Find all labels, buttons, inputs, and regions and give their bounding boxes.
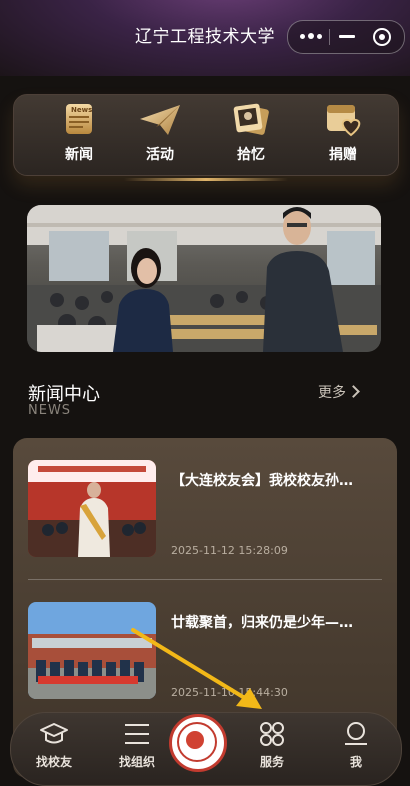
quick-menu: News 新闻 活动 拾忆 捐赠 [13,94,399,181]
tab-me[interactable]: 我 [321,721,391,781]
photo-memory-icon [231,101,271,139]
more-link[interactable]: 更多 [318,382,360,402]
capsule-divider [329,29,330,45]
news-thumbnail [28,460,156,557]
profile-icon [341,721,371,747]
mini-program-capsule [287,20,405,54]
news-date: 2025-11-10 15:44:30 [171,686,288,699]
news-item[interactable]: 廿载聚首，归来仍是少年—… 2025-11-10 15:44:30 [28,602,382,702]
minimize-icon[interactable] [339,35,355,38]
university-logo[interactable] [169,714,227,772]
paper-plane-icon [140,101,180,139]
quick-menu-label: 拾忆 [237,147,265,163]
tab-label: 服务 [259,755,284,769]
quick-menu-glow [124,178,288,181]
tab-label: 我 [349,755,362,769]
tab-label: 找组织 [118,755,155,769]
banner-image[interactable] [27,205,381,352]
news-thumbnail [28,602,156,699]
close-target-icon[interactable] [373,28,391,46]
tab-label: 找校友 [35,755,72,769]
donation-heart-icon [323,101,363,139]
news-badge: News [71,106,93,114]
quick-menu-label: 活动 [146,147,174,163]
chevron-right-icon [347,385,360,398]
news-date: 2025-11-12 15:28:09 [171,544,288,557]
menu-lines-icon [122,721,152,747]
more-label: 更多 [318,385,346,401]
app-title: 辽宁工程技术大学 [135,27,275,47]
tab-find-alumni[interactable]: 找校友 [19,721,89,781]
graduation-cap-icon [39,721,69,747]
quick-menu-donation[interactable]: 捐赠 [308,101,378,169]
quick-menu-memory[interactable]: 拾忆 [216,101,286,169]
quick-menu-label: 新闻 [65,147,93,163]
grid-services-icon [257,721,287,747]
news-icon: News [59,101,99,139]
quick-menu-activity[interactable]: 活动 [125,101,195,169]
tab-services[interactable]: 服务 [237,721,307,781]
logo-emblem [186,731,204,749]
news-divider [28,579,382,580]
tab-find-organization[interactable]: 找组织 [102,721,172,781]
news-headline: 【大连校友会】我校校友孙… [171,473,353,489]
news-item[interactable]: 【大连校友会】我校校友孙… 2025-11-12 15:28:09 [28,460,382,560]
quick-menu-news[interactable]: News 新闻 [44,101,114,169]
news-section-subtitle: NEWS [28,403,72,418]
more-options-icon[interactable] [300,28,322,46]
top-bar: 辽宁工程技术大学 [0,0,410,76]
quick-menu-label: 捐赠 [329,147,357,163]
news-headline: 廿载聚首，归来仍是少年—… [171,615,353,631]
